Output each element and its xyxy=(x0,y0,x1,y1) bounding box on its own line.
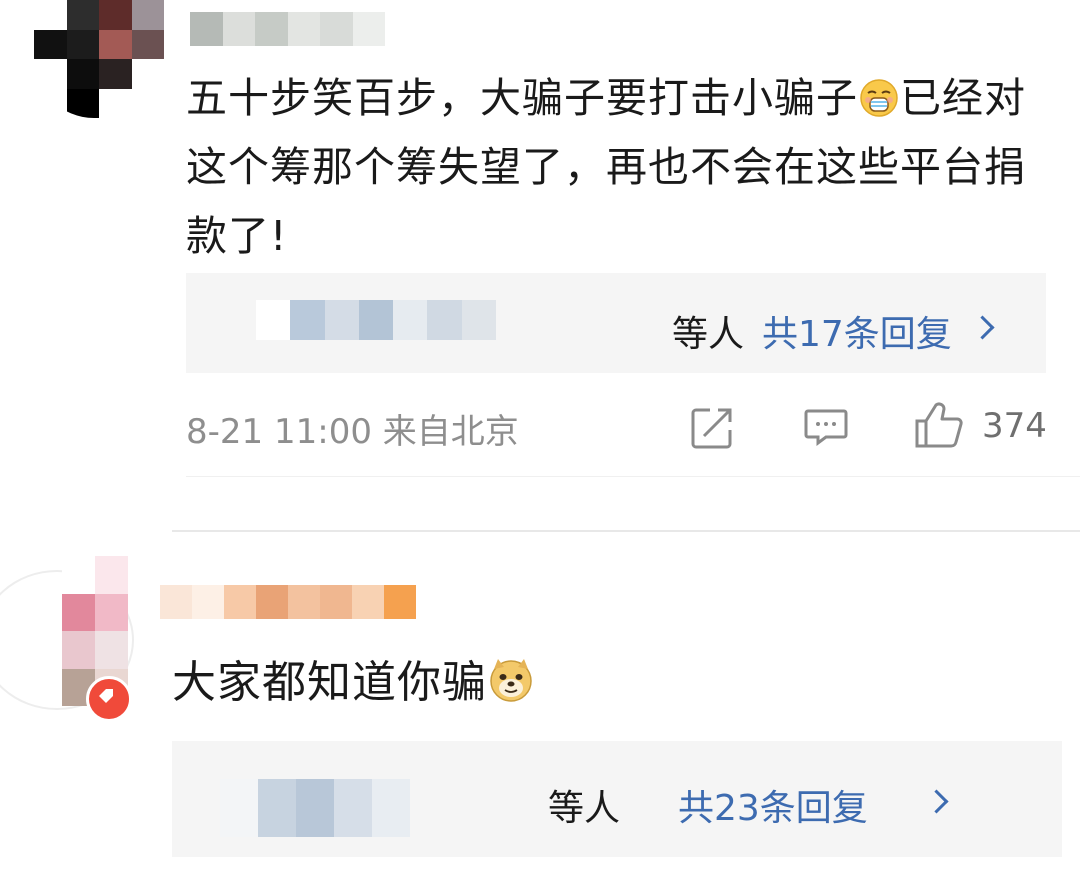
reply-summary[interactable]: 等人 共23条回复 xyxy=(172,741,1062,857)
doge-icon xyxy=(490,659,532,702)
reply-summary[interactable]: 等人 共17条回复 xyxy=(186,273,1046,373)
like-count: 374 xyxy=(982,406,1047,446)
divider xyxy=(172,530,1080,532)
reply-suffix: 等人 xyxy=(548,788,621,829)
comment-text-part: 五十步笑百步，大骗子要打击小骗子 xyxy=(186,74,858,122)
comment-meta: 8-21 11:00 来自北京 xyxy=(186,412,519,452)
username[interactable] xyxy=(160,585,416,619)
reply-count-link[interactable]: 共17条回复 xyxy=(762,305,952,357)
vip-badge-icon xyxy=(86,676,132,722)
divider xyxy=(186,476,1080,477)
username[interactable] xyxy=(190,12,385,46)
chevron-right-icon xyxy=(924,789,949,814)
comment-text: 大家都知道你骗 xyxy=(172,648,535,717)
weeping-face-icon xyxy=(860,79,898,117)
reply-count-link[interactable]: 共23条回复 xyxy=(678,779,868,831)
chevron-right-icon xyxy=(970,315,995,340)
comment-text-part: 大家都知道你骗 xyxy=(172,657,487,708)
reply-usernames xyxy=(256,300,496,340)
like-icon[interactable] xyxy=(914,401,964,449)
comment-feed: 五十步笑百步，大骗子要打击小骗子 已经对这个筹那个筹失望了，再也不会在这些平台捐款… xyxy=(0,0,1080,876)
comment-icon[interactable] xyxy=(804,408,848,446)
share-icon[interactable] xyxy=(690,406,734,450)
reply-usernames xyxy=(220,779,410,837)
comment-text: 五十步笑百步，大骗子要打击小骗子 已经对这个筹那个筹失望了，再也不会在这些平台捐款… xyxy=(186,64,1046,271)
avatar[interactable] xyxy=(34,0,164,118)
reply-suffix: 等人 xyxy=(672,314,745,355)
